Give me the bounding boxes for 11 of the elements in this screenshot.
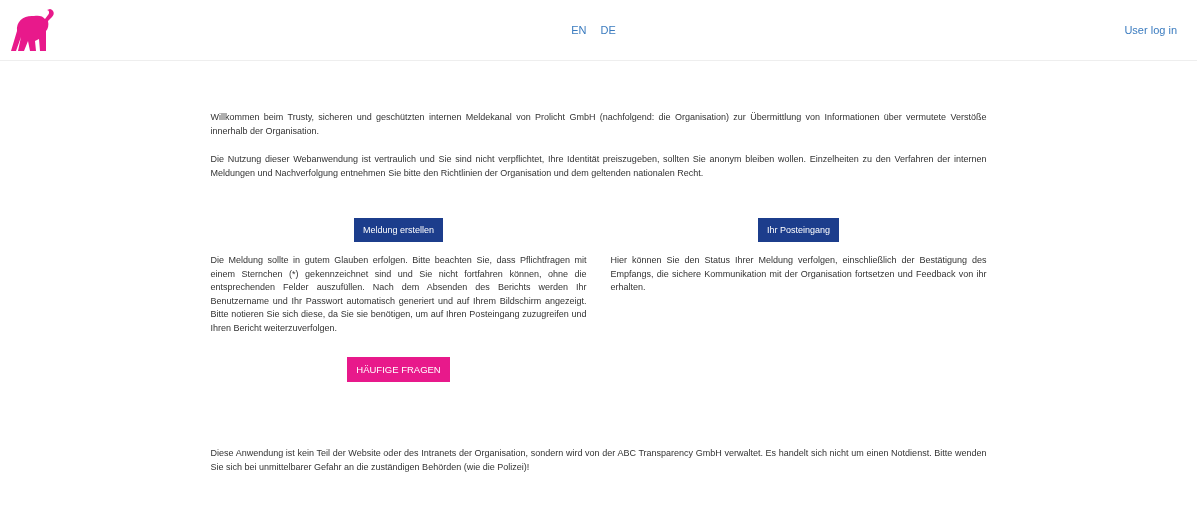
language-link[interactable]: EN <box>571 24 587 36</box>
inbox-button[interactable]: Ihr Posteingang <box>757 218 839 242</box>
intro-paragraph: Willkommen beim Trusty, sicheren und geschützten internen Meldekanal von Prolicht GmbH (nachfolgend: die Organisation) zur Übermittlung von Informationen über vermutete Verstöße innerhalb der Organisation. <box>210 111 987 138</box>
login-link[interactable]: User log in <box>1124 24 1177 36</box>
intro-paragraph: Die Nutzung dieser Webanwendung ist vertraulich und Sie sind nicht verpflichtet, Ihre Identität preiszugeben, sollten Sie anonym bleiben wollen. Einzelheiten zu den Verfahren der internen Meldungen und Nachverfolgung entnehmen Sie bitte den Richtlinien der Organisation und dem geltenden nationalen Recht. <box>210 153 987 180</box>
create-report-button[interactable]: Meldung erstellen <box>353 218 443 242</box>
language-link[interactable]: DE <box>600 24 616 36</box>
footer-paragraph: Diese Anwendung ist kein Teil der Website oder des Intranets der Organisation, sondern wird von der ABC Transparency GmbH verwaltet. Es handelt sich nicht um einen Notdienst. Bitte wenden Sie sich bei unmittelbarer Gefahr an die zuständigen Behörden (wie die Polizei)! <box>210 447 987 474</box>
description-paragraph: Die Meldung sollte in gutem Glauben erfolgen. Bitte beachten Sie, dass Pflichtfragen mit einem Sternchen (*) gekennzeichnet sind und Sie nicht fortfahren können, ohne die entsprechenden Felder auszufüllen. Nach dem Absenden des Berichts werden Ihr Benutzername und Ihr Passwort automatisch generiert und auf Ihrem Bildschirm angezeigt. Bitte notieren Sie sich diese, da Sie sie benötigen, um auf Ihren Posteingang zuzugreifen und Ihren Bericht weiterzuverfolgen. <box>210 254 587 335</box>
description-paragraph: Hier können Sie den Status Ihrer Meldung verfolgen, einschließlich der Bestätigung des Empfangs, die sichere Kommunikation mit der Organisation fortsetzen und Feedback von ihr erhalten. <box>610 254 987 294</box>
faq-button[interactable]: HÄUFIGE FRAGEN <box>347 357 450 382</box>
